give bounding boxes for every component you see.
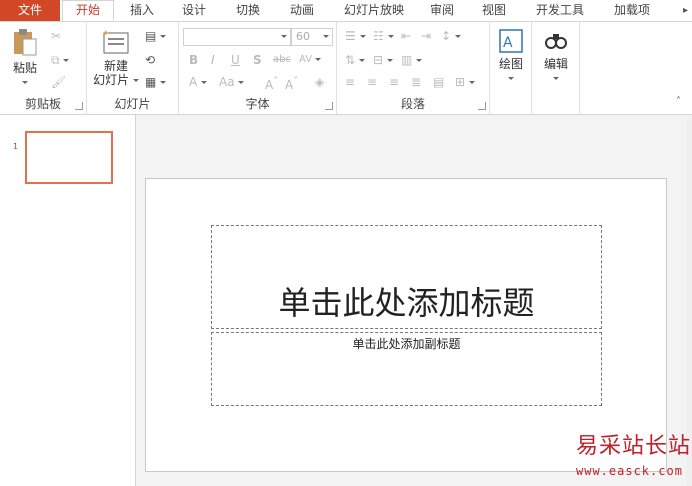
slide-thumbnail[interactable] (25, 131, 113, 184)
text-direction-icon[interactable]: ⇅ (345, 52, 365, 68)
justify-icon[interactable]: ≣ (411, 74, 421, 90)
svg-text:A: A (503, 35, 513, 51)
drawing-icon: A (499, 29, 523, 53)
line-spacing-icon[interactable]: ↕ (441, 28, 461, 44)
chevron-down-icon (553, 77, 559, 80)
tab-transitions[interactable]: 切换 (226, 0, 270, 21)
drawing-button[interactable]: A 绘图 (494, 28, 528, 85)
shadow-icon[interactable]: S (253, 52, 262, 68)
font-color-icon[interactable]: A (189, 74, 208, 90)
chevron-down-icon (132, 79, 139, 82)
group-label-paragraph: 段落 (400, 97, 425, 111)
subtitle-placeholder-text: 单击此处添加副标题 (352, 337, 461, 351)
distributed-icon[interactable]: ▤ (433, 74, 444, 90)
chevron-down-icon (281, 35, 287, 38)
chevron-down-icon (22, 81, 28, 84)
bullets-icon[interactable]: ☰ (345, 28, 366, 44)
clear-format-icon[interactable]: ◈ (315, 74, 324, 90)
font-launcher-icon[interactable] (325, 102, 333, 110)
tab-developer[interactable]: 开发工具 (528, 0, 592, 21)
chevron-down-icon (508, 77, 514, 80)
group-paragraph: ☰ ☷ ⇤ ⇥ ↕ ⇅ ⊟ ▥ ≡ ≡ ≡ ≣ ▤ ⊞ 段落 (337, 22, 490, 114)
align-center-icon[interactable]: ≡ (367, 74, 377, 90)
chevron-right-icon[interactable]: ▸ (683, 0, 688, 21)
ribbon: 粘贴 ✂ ⧉ 🖌 剪贴板 ✦ 新建 幻灯片 ▤ ⟲ ▦ 幻灯片 60 B I U… (0, 22, 692, 115)
reset-icon[interactable]: ⟲ (145, 52, 155, 68)
columns-icon[interactable]: ▥ (401, 52, 423, 68)
tab-view[interactable]: 视图 (472, 0, 516, 21)
cut-icon[interactable]: ✂ (51, 28, 61, 44)
title-placeholder-text: 单击此处添加标题 (278, 284, 535, 322)
increase-indent-icon[interactable]: ⇥ (421, 28, 431, 44)
paste-label: 粘贴 (12, 61, 37, 75)
new-slide-label-line1: 新建 (103, 59, 128, 73)
group-label-clipboard: 剪贴板 (24, 97, 61, 111)
new-slide-button[interactable]: ✦ 新建 幻灯片 (91, 28, 141, 87)
tab-design[interactable]: 设计 (172, 0, 216, 21)
drawing-label: 绘图 (498, 57, 523, 71)
font-size-value: 60 (296, 30, 310, 43)
group-font: 60 B I U S abc AV A Aa A˄ A˅ ◈ 字体 (179, 22, 337, 114)
decrease-font-icon[interactable]: A˅ (285, 74, 298, 93)
title-placeholder[interactable]: 单击此处添加标题 (211, 225, 602, 329)
change-case-icon[interactable]: Aa (219, 74, 245, 90)
collapse-ribbon-icon[interactable]: ˄ (676, 94, 681, 110)
paragraph-launcher-icon[interactable] (478, 102, 486, 110)
group-drawing: A 绘图 (490, 22, 532, 114)
char-spacing-icon[interactable]: AV (299, 52, 322, 68)
find-icon (545, 34, 567, 49)
align-text-icon[interactable]: ⊟ (373, 52, 393, 68)
italic-icon[interactable]: I (211, 52, 215, 68)
subtitle-placeholder[interactable]: 单击此处添加副标题 (211, 332, 602, 406)
align-left-icon[interactable]: ≡ (345, 74, 355, 90)
section-icon[interactable]: ▦ (145, 74, 167, 90)
decrease-indent-icon[interactable]: ⇤ (401, 28, 411, 44)
new-slide-icon: ✦ (102, 29, 129, 54)
tab-home[interactable]: 开始 (62, 0, 114, 21)
editing-label: 编辑 (543, 57, 568, 71)
tab-insert[interactable]: 插入 (120, 0, 164, 21)
smartart-icon[interactable]: ⊞ (455, 74, 475, 90)
watermark-text: 易采站长站 (576, 434, 692, 459)
watermark-url: www.easck.com (576, 464, 683, 478)
chevron-down-icon (323, 35, 329, 38)
group-clipboard: 粘贴 ✂ ⧉ 🖌 剪贴板 (0, 22, 87, 114)
tab-addins[interactable]: 加载项 (604, 0, 660, 21)
new-slide-label-line2: 幻灯片 (93, 73, 130, 87)
slide-thumbnail-number: 1 (13, 142, 19, 151)
clipboard-launcher-icon[interactable] (75, 102, 83, 110)
ribbon-tab-bar: 文件 开始 插入 设计 切换 动画 幻灯片放映 审阅 视图 开发工具 加载项 ▸ (0, 0, 692, 22)
group-slides: ✦ 新建 幻灯片 ▤ ⟲ ▦ 幻灯片 (87, 22, 179, 114)
font-name-input[interactable] (183, 28, 291, 46)
tab-animations[interactable]: 动画 (280, 0, 324, 21)
numbering-icon[interactable]: ☷ (373, 28, 394, 44)
group-editing: 编辑 (532, 22, 580, 114)
tab-slideshow[interactable]: 幻灯片放映 (336, 0, 412, 21)
svg-text:✦: ✦ (102, 29, 110, 39)
tab-file[interactable]: 文件 (0, 0, 60, 21)
editing-button[interactable]: 编辑 (538, 28, 574, 85)
paste-icon (14, 29, 37, 56)
align-right-icon[interactable]: ≡ (389, 74, 399, 90)
strikethrough-icon[interactable]: abc (273, 52, 291, 68)
format-painter-icon[interactable]: 🖌 (51, 74, 66, 90)
increase-font-icon[interactable]: A˄ (265, 74, 278, 93)
copy-icon[interactable]: ⧉ (51, 52, 70, 68)
font-size-input[interactable]: 60 (291, 28, 333, 46)
bold-icon[interactable]: B (189, 52, 198, 68)
underline-icon[interactable]: U (231, 52, 240, 68)
layout-icon[interactable]: ▤ (145, 28, 167, 44)
paste-button[interactable]: 粘贴 (8, 28, 42, 89)
group-label-font: 字体 (245, 97, 270, 111)
tab-review[interactable]: 审阅 (420, 0, 464, 21)
group-label-slides: 幻灯片 (114, 97, 151, 111)
